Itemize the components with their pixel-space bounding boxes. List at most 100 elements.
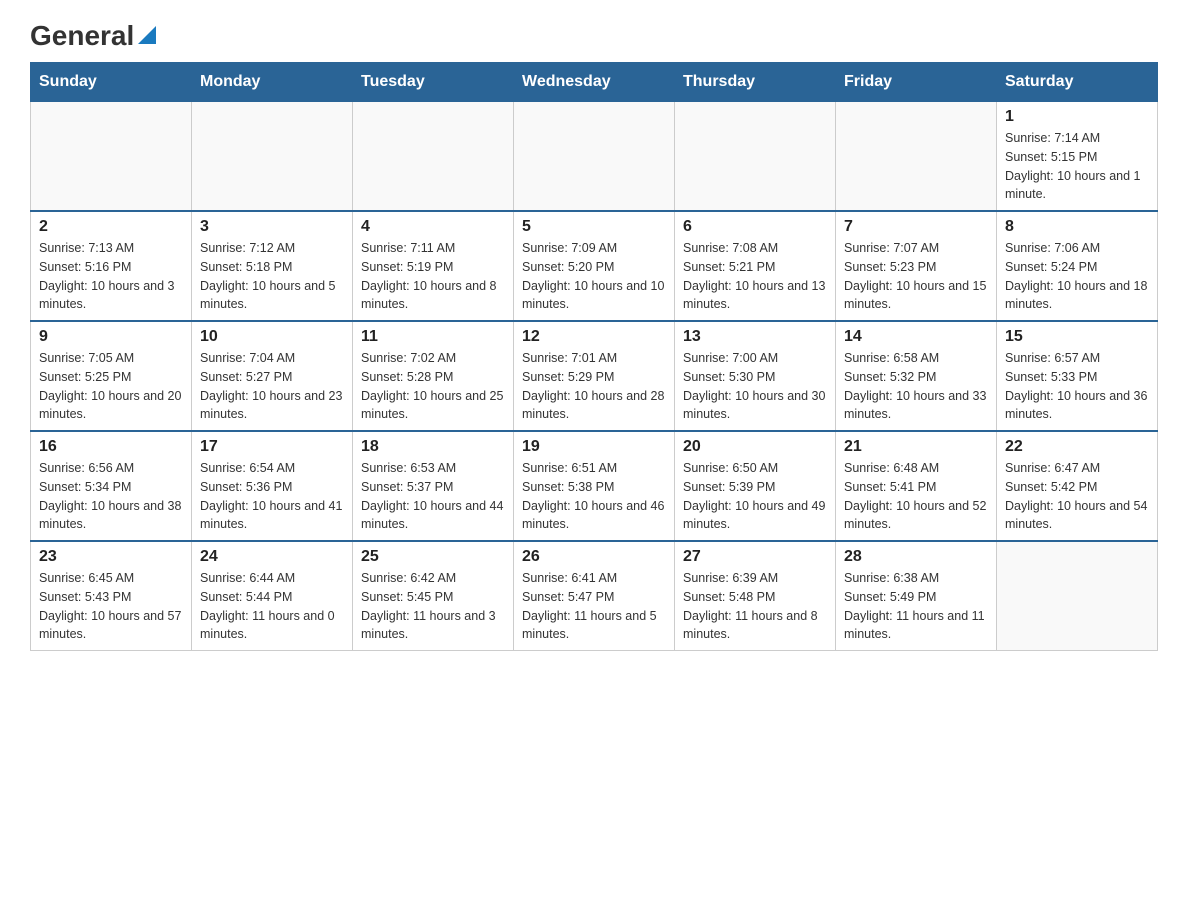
calendar-cell: 6Sunrise: 7:08 AMSunset: 5:21 PMDaylight… (675, 211, 836, 321)
day-info: Sunrise: 6:38 AMSunset: 5:49 PMDaylight:… (844, 569, 988, 644)
day-info: Sunrise: 7:11 AMSunset: 5:19 PMDaylight:… (361, 239, 505, 314)
day-info: Sunrise: 6:50 AMSunset: 5:39 PMDaylight:… (683, 459, 827, 534)
day-number: 26 (522, 548, 666, 566)
day-number: 23 (39, 548, 183, 566)
calendar-cell: 8 Sunrise: 7:06 AMSunset: 5:24 PMDaylight… (997, 211, 1158, 321)
day-info: Sunrise: 6:39 AMSunset: 5:48 PMDaylight:… (683, 569, 827, 644)
calendar-cell: 24 Sunrise: 6:44 AMSunset: 5:44 PMDayligh… (192, 541, 353, 651)
day-number: 11 (361, 328, 505, 346)
calendar-cell: 2 Sunrise: 7:13 AMSunset: 5:16 PMDaylight… (31, 211, 192, 321)
day-of-week-header: Saturday (997, 63, 1158, 102)
calendar-cell: 26 Sunrise: 6:41 AMSunset: 5:47 PMDayligh… (514, 541, 675, 651)
calendar-cell: 15 Sunrise: 6:57 AMSunset: 5:33 PMDayligh… (997, 321, 1158, 431)
day-number: 21 (844, 438, 988, 456)
day-number: 7 (844, 218, 988, 236)
day-number: 13 (683, 328, 827, 346)
day-number: 20 (683, 438, 827, 456)
calendar-cell: 17 Sunrise: 6:54 AMSunset: 5:36 PMDayligh… (192, 431, 353, 541)
calendar-cell: 21 Sunrise: 6:48 AMSunset: 5:41 PMDayligh… (836, 431, 997, 541)
day-info: Sunrise: 6:47 AMSunset: 5:42 PMDaylight:… (1005, 459, 1149, 534)
calendar-week-row: 2 Sunrise: 7:13 AMSunset: 5:16 PMDaylight… (31, 211, 1158, 321)
day-number: 12 (522, 328, 666, 346)
day-of-week-header: Friday (836, 63, 997, 102)
calendar-cell: 11 Sunrise: 7:02 AMSunset: 5:28 PMDayligh… (353, 321, 514, 431)
calendar-cell (192, 102, 353, 212)
day-number: 14 (844, 328, 988, 346)
day-of-week-header: Thursday (675, 63, 836, 102)
calendar-cell: 14 Sunrise: 6:58 AMSunset: 5:32 PMDayligh… (836, 321, 997, 431)
day-info: Sunrise: 7:00 AMSunset: 5:30 PMDaylight:… (683, 349, 827, 424)
day-number: 22 (1005, 438, 1149, 456)
day-number: 17 (200, 438, 344, 456)
day-info: Sunrise: 6:51 AMSunset: 5:38 PMDaylight:… (522, 459, 666, 534)
calendar-cell: 4 Sunrise: 7:11 AMSunset: 5:19 PMDaylight… (353, 211, 514, 321)
calendar-cell: 27 Sunrise: 6:39 AMSunset: 5:48 PMDayligh… (675, 541, 836, 651)
calendar-week-row: 16 Sunrise: 6:56 AMSunset: 5:34 PMDayligh… (31, 431, 1158, 541)
calendar-cell: 22 Sunrise: 6:47 AMSunset: 5:42 PMDayligh… (997, 431, 1158, 541)
day-number: 3 (200, 218, 344, 236)
calendar-cell: 13 Sunrise: 7:00 AMSunset: 5:30 PMDayligh… (675, 321, 836, 431)
day-number: 4 (361, 218, 505, 236)
calendar-week-row: 1 Sunrise: 7:14 AMSunset: 5:15 PMDaylight… (31, 102, 1158, 212)
calendar-cell: 12 Sunrise: 7:01 AMSunset: 5:29 PMDayligh… (514, 321, 675, 431)
day-info: Sunrise: 6:42 AMSunset: 5:45 PMDaylight:… (361, 569, 505, 644)
calendar-cell (675, 102, 836, 212)
day-number: 5 (522, 218, 666, 236)
day-info: Sunrise: 7:02 AMSunset: 5:28 PMDaylight:… (361, 349, 505, 424)
calendar-cell (353, 102, 514, 212)
day-number: 1 (1005, 108, 1149, 126)
day-of-week-header: Monday (192, 63, 353, 102)
day-info: Sunrise: 7:01 AMSunset: 5:29 PMDaylight:… (522, 349, 666, 424)
day-number: 24 (200, 548, 344, 566)
day-info: Sunrise: 7:07 AMSunset: 5:23 PMDaylight:… (844, 239, 988, 314)
day-info: Sunrise: 7:14 AMSunset: 5:15 PMDaylight:… (1005, 129, 1149, 204)
calendar-cell: 28Sunrise: 6:38 AMSunset: 5:49 PMDayligh… (836, 541, 997, 651)
calendar-cell: 20 Sunrise: 6:50 AMSunset: 5:39 PMDayligh… (675, 431, 836, 541)
day-info: Sunrise: 6:45 AMSunset: 5:43 PMDaylight:… (39, 569, 183, 644)
calendar-cell: 19 Sunrise: 6:51 AMSunset: 5:38 PMDayligh… (514, 431, 675, 541)
calendar-cell: 18 Sunrise: 6:53 AMSunset: 5:37 PMDayligh… (353, 431, 514, 541)
calendar-cell (514, 102, 675, 212)
day-of-week-header: Wednesday (514, 63, 675, 102)
calendar-cell (836, 102, 997, 212)
calendar-table: SundayMondayTuesdayWednesdayThursdayFrid… (30, 62, 1158, 651)
day-info: Sunrise: 6:56 AMSunset: 5:34 PMDaylight:… (39, 459, 183, 534)
day-number: 18 (361, 438, 505, 456)
calendar-cell: 7 Sunrise: 7:07 AMSunset: 5:23 PMDaylight… (836, 211, 997, 321)
day-info: Sunrise: 6:41 AMSunset: 5:47 PMDaylight:… (522, 569, 666, 644)
calendar-cell: 1 Sunrise: 7:14 AMSunset: 5:15 PMDaylight… (997, 102, 1158, 212)
day-info: Sunrise: 7:06 AMSunset: 5:24 PMDaylight:… (1005, 239, 1149, 314)
day-number: 15 (1005, 328, 1149, 346)
calendar-week-row: 9 Sunrise: 7:05 AMSunset: 5:25 PMDaylight… (31, 321, 1158, 431)
calendar-header-row: SundayMondayTuesdayWednesdayThursdayFrid… (31, 63, 1158, 102)
calendar-cell (31, 102, 192, 212)
day-number: 10 (200, 328, 344, 346)
day-info: Sunrise: 6:57 AMSunset: 5:33 PMDaylight:… (1005, 349, 1149, 424)
logo-general-text: General (30, 20, 134, 52)
day-info: Sunrise: 7:08 AMSunset: 5:21 PMDaylight:… (683, 239, 827, 314)
day-info: Sunrise: 6:58 AMSunset: 5:32 PMDaylight:… (844, 349, 988, 424)
day-number: 19 (522, 438, 666, 456)
calendar-cell (997, 541, 1158, 651)
calendar-cell: 16 Sunrise: 6:56 AMSunset: 5:34 PMDayligh… (31, 431, 192, 541)
day-info: Sunrise: 6:44 AMSunset: 5:44 PMDaylight:… (200, 569, 344, 644)
day-info: Sunrise: 7:05 AMSunset: 5:25 PMDaylight:… (39, 349, 183, 424)
day-of-week-header: Sunday (31, 63, 192, 102)
day-number: 25 (361, 548, 505, 566)
calendar-cell: 9 Sunrise: 7:05 AMSunset: 5:25 PMDaylight… (31, 321, 192, 431)
day-info: Sunrise: 6:53 AMSunset: 5:37 PMDaylight:… (361, 459, 505, 534)
day-info: Sunrise: 7:13 AMSunset: 5:16 PMDaylight:… (39, 239, 183, 314)
calendar-cell: 5Sunrise: 7:09 AMSunset: 5:20 PMDaylight… (514, 211, 675, 321)
day-info: Sunrise: 6:54 AMSunset: 5:36 PMDaylight:… (200, 459, 344, 534)
calendar-cell: 23 Sunrise: 6:45 AMSunset: 5:43 PMDayligh… (31, 541, 192, 651)
day-number: 9 (39, 328, 183, 346)
day-of-week-header: Tuesday (353, 63, 514, 102)
logo-triangle-icon (138, 26, 156, 49)
day-number: 27 (683, 548, 827, 566)
day-number: 8 (1005, 218, 1149, 236)
day-info: Sunrise: 7:04 AMSunset: 5:27 PMDaylight:… (200, 349, 344, 424)
day-info: Sunrise: 6:48 AMSunset: 5:41 PMDaylight:… (844, 459, 988, 534)
calendar-week-row: 23 Sunrise: 6:45 AMSunset: 5:43 PMDayligh… (31, 541, 1158, 651)
day-number: 16 (39, 438, 183, 456)
day-number: 2 (39, 218, 183, 236)
